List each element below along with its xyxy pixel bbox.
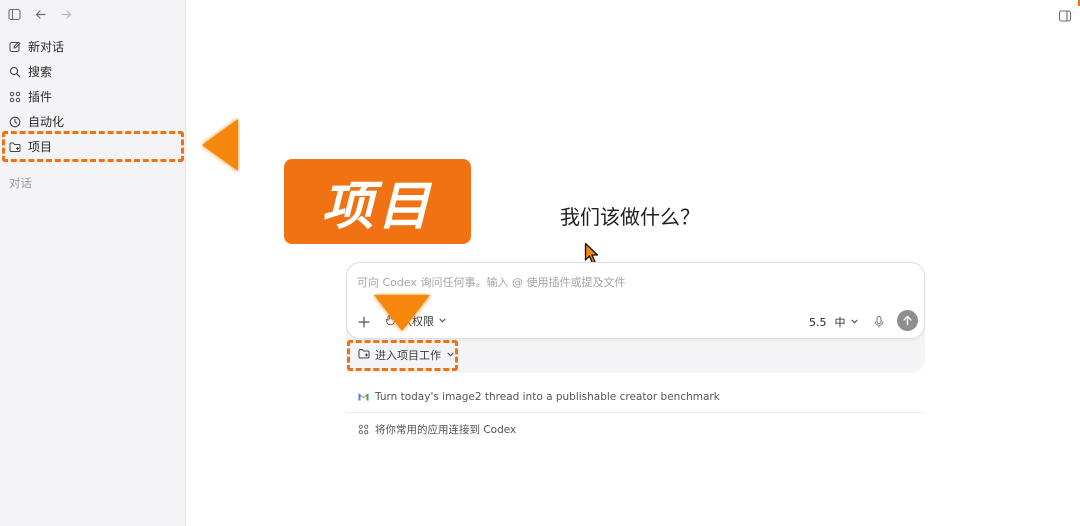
sidebar-item-label: 新对话 [28,40,65,54]
sidebar-item-label: 自动化 [28,115,65,129]
edit-icon [9,40,21,53]
suggestion-label: 将你常用的应用连接到 Codex [375,423,517,436]
arrow-up-icon [903,315,912,326]
highlight-projects-nav [2,131,184,162]
sidebar-toggle-icon[interactable] [6,6,22,22]
chevron-down-icon [850,316,859,329]
model-dropdown[interactable]: 5.5 中 [809,314,859,330]
grid-icon [9,91,21,103]
sidebar: 新对话 搜索 插件 自动化 项目 对话 [0,0,186,526]
microphone-icon[interactable] [873,314,885,328]
suggestion-item[interactable]: 将你常用的应用连接到 Codex [346,413,925,445]
effort-label: 中 [834,316,846,329]
suggestion-label: Turn today's image2 thread into a publis… [375,390,720,403]
gmail-icon [358,391,369,402]
chevron-down-icon [438,315,447,328]
sidebar-item-label: 搜索 [28,65,53,79]
sidebar-item-new-chat[interactable]: 新对话 [0,34,186,59]
sidebar-item-label: 插件 [28,90,53,104]
forward-arrow-icon[interactable] [58,6,74,22]
sidebar-item-plugins[interactable]: 插件 [0,84,186,109]
pointer-arrow-down [374,295,430,331]
sidebar-item-search[interactable]: 搜索 [0,59,186,84]
highlight-enter-project [347,340,458,371]
model-label: 5.5 [809,315,827,329]
back-arrow-icon[interactable] [32,6,48,22]
prompt-input[interactable]: 可向 Codex 询问任何事。输入 @ 使用插件或提及文件 [357,274,625,290]
window-controls [6,6,74,22]
add-attachment-icon[interactable] [357,314,371,328]
composer[interactable]: 可向 Codex 询问任何事。输入 @ 使用插件或提及文件 认权限 5.5 中 [346,262,925,339]
section-label-chats: 对话 [9,176,32,190]
annotation-label: 项目 [284,159,471,244]
send-button[interactable] [897,310,918,331]
grid-icon [358,424,369,435]
panel-toggle-icon[interactable] [1058,8,1072,22]
suggestion-item[interactable]: Turn today's image2 thread into a publis… [346,381,925,413]
clock-icon [9,116,21,128]
search-icon [9,66,21,78]
pointer-arrow-left [202,119,238,171]
annotation-corner-mark [1074,0,1080,6]
page-title: 我们该做什么？ [560,205,700,229]
